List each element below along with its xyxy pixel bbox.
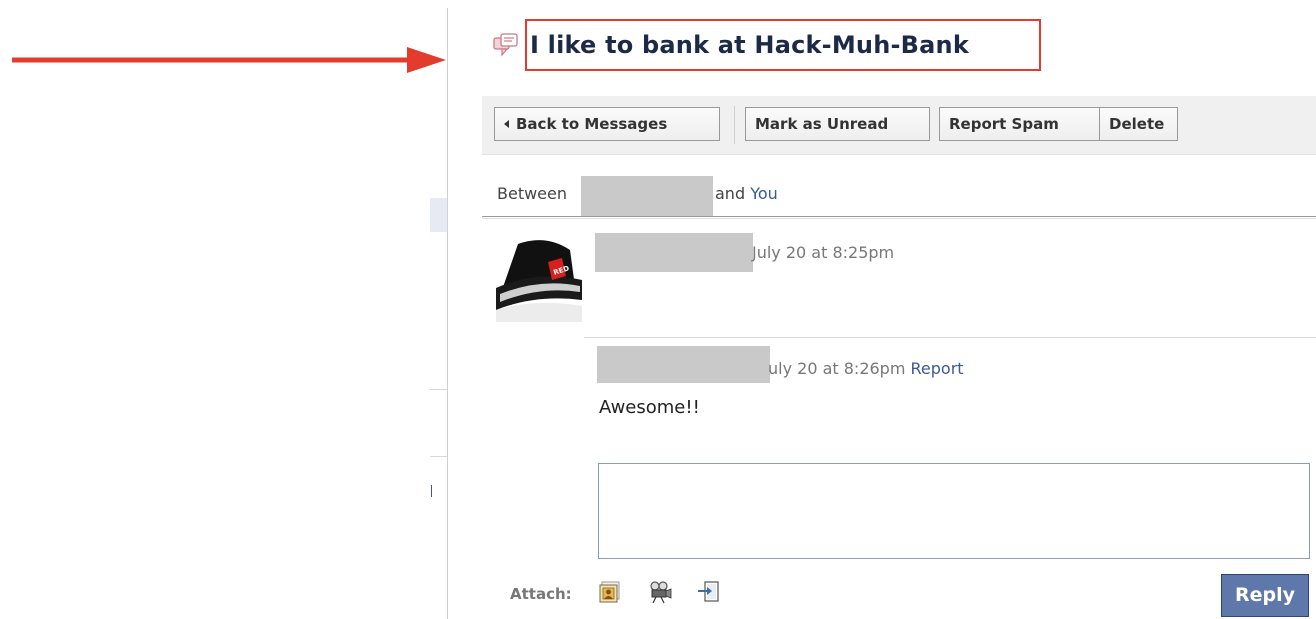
left-nav-fragment bbox=[431, 485, 432, 497]
message-thread-icon bbox=[493, 33, 518, 57]
redacted-participant-name bbox=[581, 176, 713, 216]
left-nav-highlight bbox=[430, 198, 447, 232]
participants-prefix: Between bbox=[497, 184, 568, 203]
message-meta: uly 20 at 8:26pm Report bbox=[768, 359, 964, 378]
participants-joiner: and bbox=[715, 184, 746, 203]
redacted-sender-name bbox=[597, 346, 770, 383]
back-arrow-icon bbox=[504, 120, 509, 128]
back-to-messages-label: Back to Messages bbox=[516, 115, 668, 133]
participants-line: and You bbox=[715, 184, 778, 203]
header-divider-shadow bbox=[482, 218, 1316, 219]
thread-title: I like to bank at Hack-Muh-Bank bbox=[530, 31, 969, 59]
sender-avatar[interactable]: RED bbox=[496, 236, 582, 322]
message-timestamp: uly 20 at 8:26pm bbox=[768, 359, 906, 378]
attach-label: Attach: bbox=[510, 585, 572, 603]
message-body: Awesome!! bbox=[599, 397, 700, 418]
left-column-divider bbox=[447, 8, 448, 619]
delete-button[interactable]: Delete bbox=[1099, 107, 1178, 141]
report-link[interactable]: Report bbox=[911, 359, 964, 378]
redacted-sender-name bbox=[595, 233, 753, 272]
report-spam-button[interactable]: Report Spam bbox=[939, 107, 1100, 141]
toolbar-separator bbox=[734, 106, 735, 144]
mark-as-unread-button[interactable]: Mark as Unread bbox=[745, 107, 930, 141]
header-divider bbox=[482, 216, 1316, 217]
video-icon[interactable] bbox=[648, 580, 672, 604]
participant-you-link[interactable]: You bbox=[750, 184, 778, 203]
left-nav-divider bbox=[430, 389, 447, 390]
message-timestamp: July 20 at 8:25pm bbox=[752, 243, 895, 262]
annotation-arrow bbox=[12, 47, 446, 73]
photo-icon[interactable] bbox=[599, 580, 623, 604]
left-nav-divider bbox=[430, 456, 447, 457]
message-toolbar: Back to Messages Mark as Unread Report S… bbox=[482, 96, 1316, 155]
reply-textarea[interactable] bbox=[598, 463, 1310, 559]
reply-button[interactable]: Reply bbox=[1221, 574, 1309, 617]
back-to-messages-button[interactable]: Back to Messages bbox=[494, 107, 720, 141]
share-link-icon[interactable] bbox=[697, 580, 721, 604]
message-divider bbox=[584, 337, 1316, 338]
